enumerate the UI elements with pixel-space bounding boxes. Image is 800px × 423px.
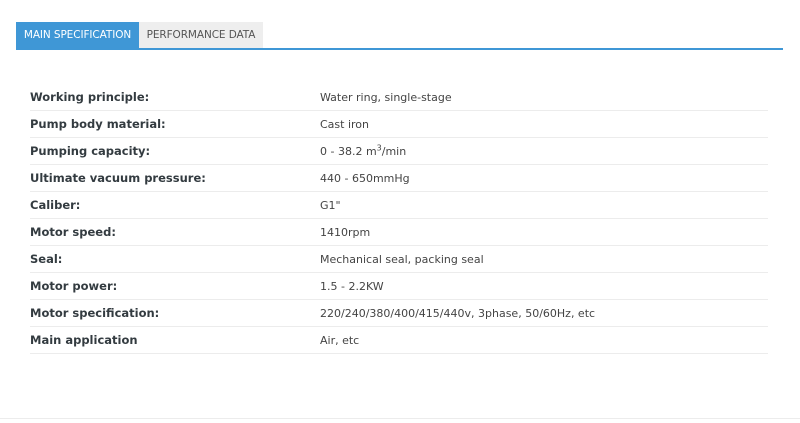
spec-label: Ultimate vacuum pressure: [30, 171, 206, 185]
spec-row-working-principle: Working principle: Water ring, single-st… [30, 84, 768, 111]
spec-label: Motor power: [30, 279, 118, 293]
tab-bar: MAIN SPECIFICATION PERFORMANCE DATA [16, 22, 783, 50]
spec-value: 440 - 650mmHg [320, 171, 410, 185]
spec-row-seal: Seal: Mechanical seal, packing seal [30, 246, 768, 273]
spec-label: Motor speed: [30, 225, 116, 239]
spec-row-motor-specification: Motor specification: 220/240/380/400/415… [30, 300, 768, 327]
divider [0, 418, 800, 419]
spec-value: Cast iron [320, 117, 370, 131]
spec-row-motor-speed: Motor speed: 1410rpm [30, 219, 768, 246]
tab-performance-data[interactable]: PERFORMANCE DATA [139, 22, 263, 48]
spec-value: Air, etc [320, 333, 360, 347]
spec-value: G1" [320, 198, 341, 212]
spec-label: Caliber: [30, 198, 81, 212]
spec-label: Seal: [30, 252, 63, 266]
spec-label: Pumping capacity: [30, 144, 151, 158]
spec-value: Water ring, single-stage [320, 90, 452, 104]
spec-row-caliber: Caliber: G1" [30, 192, 768, 219]
spec-value: Mechanical seal, packing seal [320, 252, 484, 266]
spec-value: 0 - 38.2 m3/min [320, 143, 407, 158]
spec-value-suffix: /min [381, 144, 407, 158]
spec-row-main-application: Main application Air, etc [30, 327, 768, 354]
spec-label: Working principle: [30, 90, 150, 104]
tab-main-specification[interactable]: MAIN SPECIFICATION [16, 22, 139, 48]
spec-row-pump-body-material: Pump body material: Cast iron [30, 111, 768, 138]
spec-value: 1.5 - 2.2KW [320, 279, 384, 293]
spec-row-pumping-capacity: Pumping capacity: 0 - 38.2 m3/min [30, 138, 768, 165]
specification-table: Working principle: Water ring, single-st… [30, 84, 768, 354]
spec-value: 1410rpm [320, 225, 371, 239]
spec-row-motor-power: Motor power: 1.5 - 2.2KW [30, 273, 768, 300]
spec-label: Motor specification: [30, 306, 160, 320]
spec-value-prefix: 0 - 38.2 m [320, 144, 377, 158]
spec-label: Main application [30, 333, 138, 347]
spec-label: Pump body material: [30, 117, 166, 131]
spec-row-ultimate-vacuum-pressure: Ultimate vacuum pressure: 440 - 650mmHg [30, 165, 768, 192]
spec-value: 220/240/380/400/415/440v, 3phase, 50/60H… [320, 306, 596, 320]
